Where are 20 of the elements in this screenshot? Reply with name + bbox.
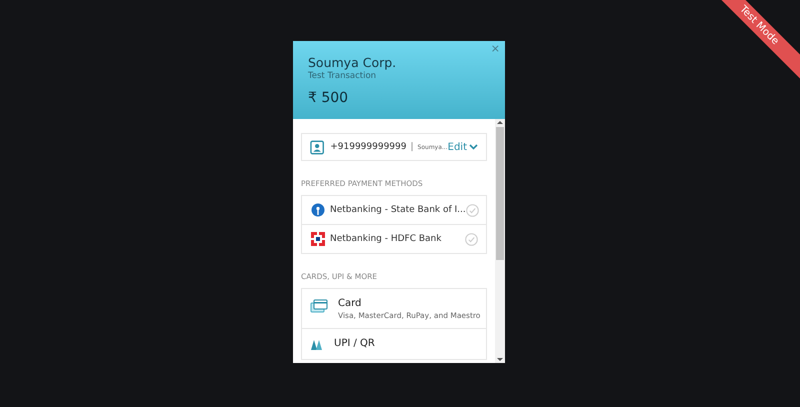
credit-card-icon	[310, 299, 328, 314]
chevron-down-icon	[469, 144, 478, 150]
transaction-description: Test Transaction	[308, 71, 378, 81]
payment-method-row[interactable]: Netbanking - HDFC Bank	[302, 224, 486, 253]
bank-logo-icon	[311, 232, 325, 246]
contact-icon	[310, 140, 324, 154]
option-title: Card	[338, 298, 362, 309]
scrollbar[interactable]	[495, 119, 505, 363]
merchant-name: Soumya Corp.	[308, 55, 398, 70]
payment-option-row[interactable]: UPI / QR	[302, 328, 486, 359]
separator: |	[410, 142, 414, 152]
scroll-thumb[interactable]	[496, 127, 504, 260]
triangles-icon	[310, 339, 324, 351]
scroll-down-icon	[495, 355, 505, 363]
phone-number: +919999999999	[330, 142, 406, 152]
bank-logo-icon	[311, 203, 325, 217]
edit-button[interactable]: Edit	[448, 142, 478, 152]
amount: ₹ 500	[308, 90, 350, 106]
option-title: UPI / QR	[334, 338, 375, 349]
payment-method-row[interactable]: Netbanking - State Bank of I...	[302, 196, 486, 224]
